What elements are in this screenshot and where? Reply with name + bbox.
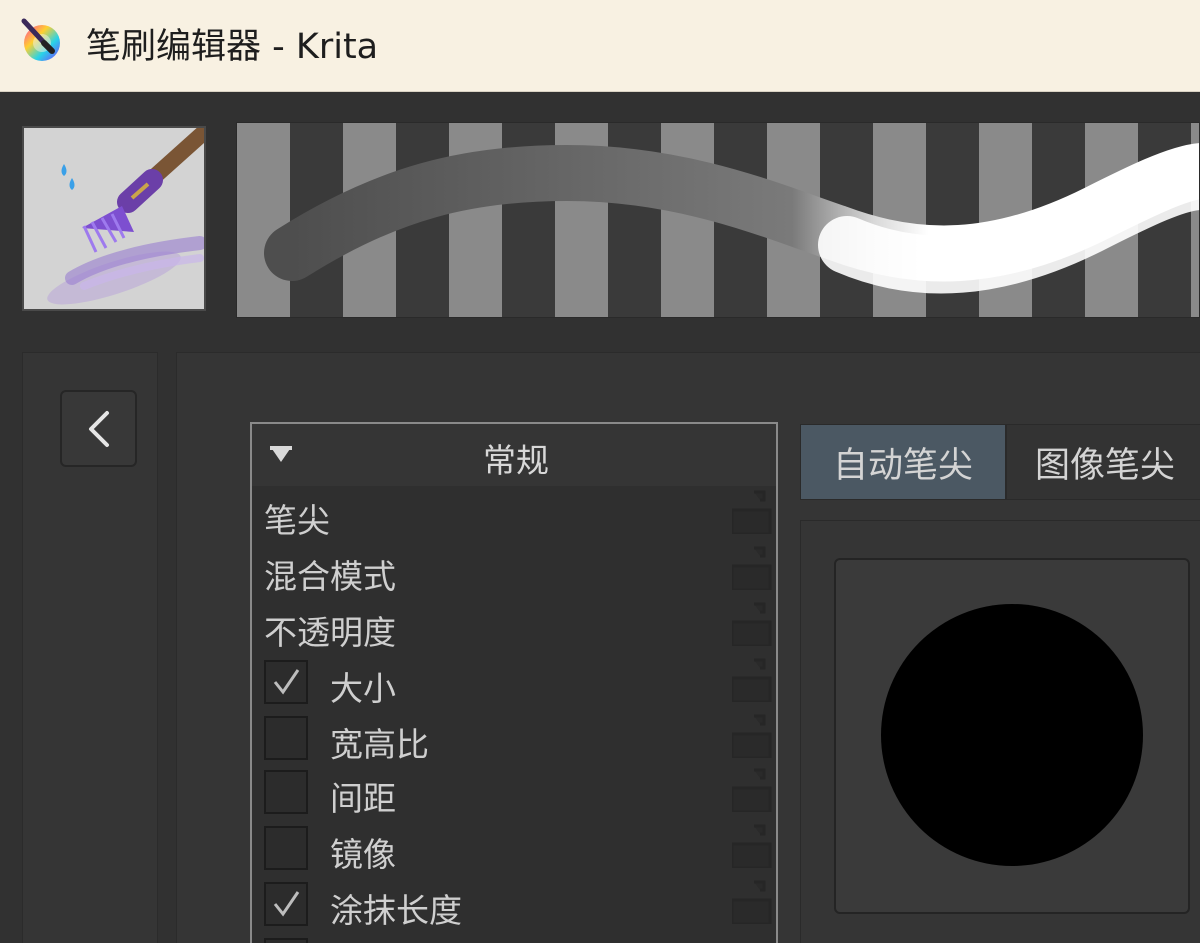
option-checkbox[interactable] [264,826,308,870]
option-label: 宽高比 [330,725,429,764]
lock-icon[interactable] [732,824,772,868]
options-group-header[interactable]: 常规 [252,424,776,486]
checkmark-icon [273,669,300,695]
option-label: 不透明度 [264,613,396,652]
lock-icon[interactable] [732,658,772,702]
option-label: 大小 [330,669,396,708]
lock-icon[interactable] [732,880,772,924]
option-row-spacing[interactable]: 间距 [252,764,776,818]
brush-preset-thumbnail-icon[interactable] [22,126,210,311]
option-checkbox[interactable] [264,716,308,760]
option-checkbox[interactable] [264,770,308,814]
brush-tip-shape [881,604,1143,866]
option-row-brush-tip[interactable]: 笔尖 [252,486,776,540]
lock-icon[interactable] [732,546,772,590]
tab-auto-brush[interactable]: 自动笔尖 [800,424,1006,500]
option-row-size[interactable]: 大小 [252,654,776,708]
lock-icon[interactable] [732,714,772,758]
option-checkbox[interactable] [264,660,308,704]
lock-icon[interactable] [732,768,772,812]
title-bar: 笔刷编辑器 - Krita [0,0,1200,92]
option-label: 镜像 [330,835,396,874]
option-checkbox[interactable] [264,882,308,926]
checkmark-icon [273,891,300,917]
stroke-preview-canvas[interactable] [236,122,1200,318]
brush-options-list: 常规 笔尖 混合模式 不透明度 大小 宽高比 间距 镜像 涂抹长度 [250,422,778,943]
lock-icon[interactable] [732,602,772,646]
option-row-opacity[interactable]: 不透明度 [252,598,776,652]
option-label: 笔尖 [264,501,330,540]
chevron-left-icon [88,410,109,447]
option-row-partial[interactable] [252,932,776,943]
brush-tip-tab-bar: 自动笔尖 图像笔尖 [800,424,1200,500]
option-row-ratio[interactable]: 宽高比 [252,710,776,764]
tab-image-brush[interactable]: 图像笔尖 [1006,424,1200,500]
option-checkbox[interactable] [264,938,308,943]
krita-logo-icon [21,18,60,61]
option-row-blend-mode[interactable]: 混合模式 [252,542,776,596]
option-label: 涂抹长度 [330,891,462,930]
option-label: 混合模式 [264,557,396,596]
collapse-presets-button[interactable] [60,390,137,467]
lock-icon[interactable] [732,490,772,534]
options-group-title: 常规 [483,441,549,480]
option-row-mirror[interactable]: 镜像 [252,820,776,874]
option-row-smudge-length[interactable]: 涂抹长度 [252,876,776,930]
window-title: 笔刷编辑器 - Krita [86,27,379,67]
option-label: 间距 [330,779,396,818]
